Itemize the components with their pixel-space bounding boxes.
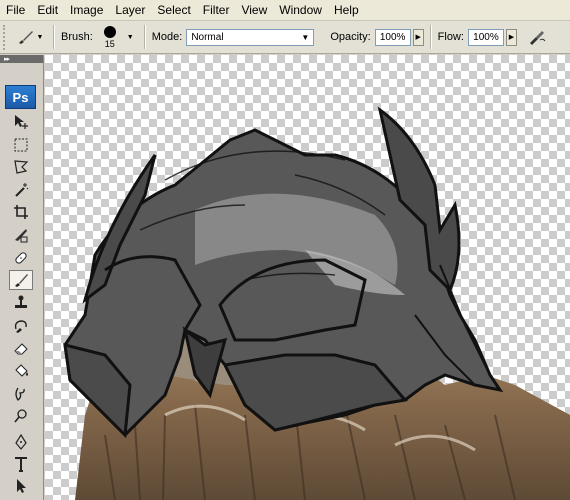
menu-bar: File Edit Image Layer Select Filter View…: [0, 0, 570, 21]
mode-value: Normal: [191, 31, 224, 43]
chevron-down-icon[interactable]: ▼: [127, 34, 134, 41]
lasso-tool[interactable]: [9, 157, 33, 177]
tools-panel: ▸▸ Ps: [0, 55, 44, 500]
divider: [429, 25, 432, 49]
tool-preset-picker[interactable]: ▼: [13, 25, 47, 49]
magic-wand-icon: [15, 183, 29, 197]
brush-tip-preview: [103, 26, 116, 38]
crop-icon: [14, 205, 28, 219]
path-selection-tool[interactable]: [9, 476, 33, 496]
menu-select[interactable]: Select: [151, 0, 196, 20]
slice-icon: [15, 229, 28, 243]
mode-label: Mode:: [151, 31, 183, 43]
magic-wand-tool[interactable]: [9, 180, 33, 200]
move-icon: [15, 115, 28, 129]
type-tool[interactable]: [9, 454, 33, 474]
brush-icon: [15, 274, 28, 287]
mode-select[interactable]: Normal ▼: [186, 28, 315, 46]
menu-image[interactable]: Image: [64, 0, 109, 20]
menu-layer[interactable]: Layer: [109, 0, 151, 20]
menu-help[interactable]: Help: [328, 0, 365, 20]
opacity-input[interactable]: 100%: [374, 28, 411, 46]
chevron-down-icon: ▼: [301, 32, 310, 42]
document-canvas[interactable]: [45, 55, 570, 500]
photoshop-logo[interactable]: Ps: [5, 85, 36, 109]
type-icon: [15, 457, 27, 472]
opacity-label: Opacity:: [330, 31, 371, 43]
flow-slider-button[interactable]: ▶: [505, 28, 517, 46]
dodge-icon: [14, 409, 27, 423]
menu-view[interactable]: View: [235, 0, 273, 20]
pen-tool[interactable]: [9, 432, 33, 452]
eraser-icon: [14, 343, 28, 355]
history-brush-tool[interactable]: [9, 316, 33, 336]
blur-tool[interactable]: [9, 384, 33, 404]
brush-size-value: 15: [104, 39, 115, 49]
options-bar: ▼ Brush: 15 ▼ Mode: Normal ▼ Opacity: 10…: [0, 21, 570, 54]
dodge-tool[interactable]: [9, 406, 33, 426]
flow-label: Flow:: [437, 31, 464, 43]
divider: [53, 25, 55, 49]
blur-icon: [15, 387, 25, 401]
options-bar-grip[interactable]: [3, 24, 10, 50]
menu-edit[interactable]: Edit: [31, 0, 64, 20]
airbrush-icon: [529, 31, 546, 45]
menu-file[interactable]: File: [0, 0, 31, 20]
tools-panel-header[interactable]: ▸▸: [0, 55, 43, 63]
slice-tool[interactable]: [9, 225, 33, 245]
flow-input[interactable]: 100%: [467, 28, 504, 46]
brush-picker[interactable]: 15: [97, 23, 123, 51]
brush-tool[interactable]: [9, 270, 33, 290]
crop-tool[interactable]: [9, 202, 33, 222]
chevron-down-icon: ▼: [36, 33, 44, 41]
divider: [143, 25, 146, 49]
lasso-icon: [14, 160, 29, 174]
brush-icon: [18, 31, 33, 44]
pen-icon: [15, 433, 27, 450]
paint-bucket-icon: [15, 364, 28, 377]
healing-brush-tool[interactable]: [9, 248, 33, 268]
brush-label: Brush:: [61, 31, 93, 43]
airbrush-toggle[interactable]: [523, 25, 551, 49]
healing-brush-icon: [15, 252, 27, 264]
owl-helmet-artwork: [63, 106, 570, 500]
marquee-icon: [14, 138, 28, 152]
eraser-tool[interactable]: [9, 338, 33, 358]
clone-stamp-icon: [15, 295, 27, 308]
history-brush-icon: [14, 320, 27, 333]
menu-window[interactable]: Window: [273, 0, 328, 20]
path-selection-icon: [17, 479, 26, 493]
paint-bucket-tool[interactable]: [9, 361, 33, 381]
marquee-tool[interactable]: [9, 135, 33, 155]
clone-stamp-tool[interactable]: [9, 293, 33, 313]
menu-filter[interactable]: Filter: [197, 0, 236, 20]
move-tool[interactable]: [9, 112, 33, 132]
opacity-slider-button[interactable]: ▶: [412, 28, 424, 46]
